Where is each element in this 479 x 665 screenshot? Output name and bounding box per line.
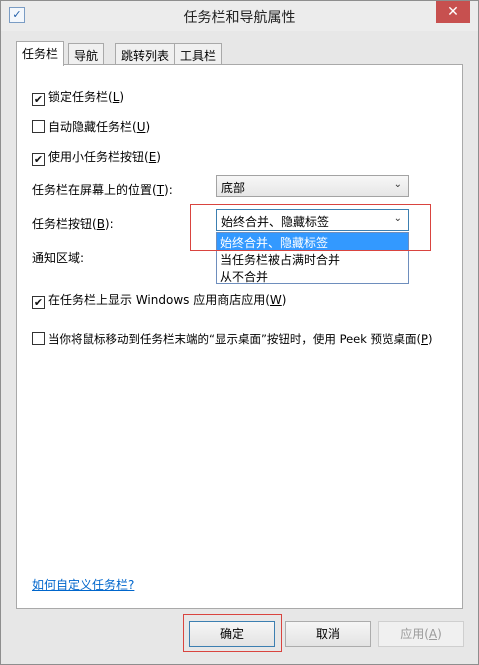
cancel-button[interactable]: 取消 — [285, 621, 371, 647]
tab-navigation[interactable]: 导航 — [68, 43, 105, 65]
customize-taskbar-help-link[interactable]: 如何自定义任务栏? — [32, 576, 134, 593]
peek-checkbox[interactable] — [32, 332, 45, 345]
location-label: 任务栏在屏幕上的位置(T): — [32, 183, 173, 197]
tab-taskbar[interactable]: 任务栏 — [16, 41, 65, 66]
buttons-combine-label: 任务栏按钮(B): — [32, 217, 114, 231]
show-store-apps-checkbox[interactable]: ✔ — [32, 296, 45, 309]
location-select[interactable]: 底部 ⌄ — [216, 175, 409, 197]
show-store-apps-option[interactable]: ✔ 在任务栏上显示 Windows 应用商店应用(W) — [32, 291, 286, 309]
notification-area-label: 通知区域: — [32, 251, 85, 265]
lock-taskbar-checkbox[interactable]: ✔ — [32, 93, 45, 106]
close-button[interactable]: ✕ — [436, 1, 470, 23]
small-buttons-option[interactable]: ✔ 使用小任务栏按钮(E) — [32, 148, 161, 166]
small-buttons-checkbox[interactable]: ✔ — [32, 153, 45, 166]
taskbar-properties-dialog: ✓ 任务栏和导航属性 ✕ 任务栏 导航 跳转列表 工具栏 ✔ 锁定任务栏(L) 自… — [0, 0, 479, 665]
peek-option[interactable]: 当你将鼠标移动到任务栏末端的“显示桌面”按钮时，使用 Peek 预览桌面(P) — [32, 331, 432, 347]
chevron-down-icon: ⌄ — [393, 179, 402, 190]
window-title: 任务栏和导航属性 — [183, 10, 296, 26]
title-bar: ✓ 任务栏和导航属性 ✕ — [1, 1, 478, 31]
annotation-highlight-box — [190, 204, 431, 251]
dropdown-option-never-combine[interactable]: 从不合并 — [217, 267, 408, 284]
lock-taskbar-option[interactable]: ✔ 锁定任务栏(L) — [32, 88, 124, 106]
tab-jump-lists[interactable]: 跳转列表 — [115, 43, 176, 65]
dropdown-option-combine-when-full[interactable]: 当任务栏被占满时合并 — [217, 250, 408, 267]
auto-hide-option[interactable]: 自动隐藏任务栏(U) — [32, 118, 150, 135]
tab-toolbars[interactable]: 工具栏 — [174, 43, 223, 65]
apply-button[interactable]: 应用(A) — [378, 621, 464, 647]
annotation-ok-box — [183, 614, 282, 652]
auto-hide-checkbox[interactable] — [32, 120, 45, 133]
